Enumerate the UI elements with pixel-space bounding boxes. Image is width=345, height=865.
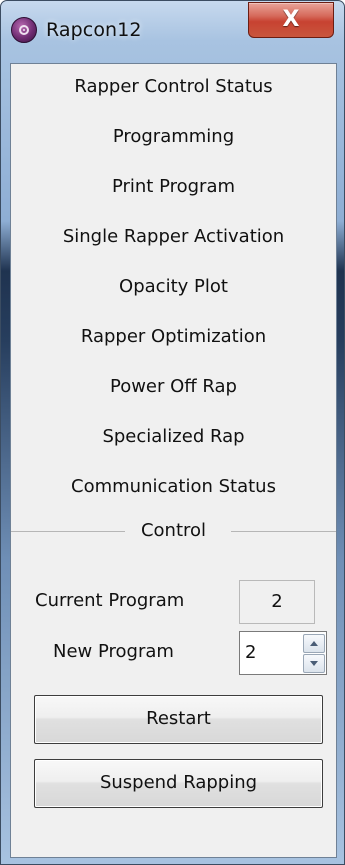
app-window: Rapcon12 X Rapper Control Status Program… (0, 0, 345, 865)
app-disc-icon[interactable] (11, 17, 37, 43)
title-bar[interactable]: Rapcon12 X (1, 1, 344, 63)
control-group-header: Control (11, 514, 336, 548)
suspend-rapping-button[interactable]: Suspend Rapping (34, 759, 323, 808)
menu-item-specialized-rap[interactable]: Specialized Rap (11, 420, 336, 454)
group-divider-right (231, 531, 336, 532)
window-title: Rapcon12 (46, 19, 142, 41)
current-program-value: 2 (239, 580, 315, 624)
new-program-value[interactable]: 2 (245, 632, 256, 674)
menu-item-communication-status[interactable]: Communication Status (11, 470, 336, 504)
menu-item-rapper-control-status[interactable]: Rapper Control Status (11, 70, 336, 104)
new-program-label: New Program (53, 641, 174, 662)
close-button[interactable]: X (248, 2, 334, 38)
app-icon-dot (23, 29, 25, 31)
chevron-down-icon (310, 661, 318, 666)
menu-item-single-rapper-activation[interactable]: Single Rapper Activation (11, 220, 336, 254)
client-area: Rapper Control Status Programming Print … (10, 63, 337, 858)
current-program-label: Current Program (35, 590, 185, 611)
restart-button[interactable]: Restart (34, 695, 323, 744)
menu-item-print-program[interactable]: Print Program (11, 170, 336, 204)
spinner-up-button[interactable] (303, 634, 325, 653)
menu-item-opacity-plot[interactable]: Opacity Plot (11, 270, 336, 304)
close-icon: X (282, 7, 300, 32)
spinner-down-button[interactable] (303, 654, 325, 673)
chevron-up-icon (310, 641, 318, 646)
menu-item-power-off-rap[interactable]: Power Off Rap (11, 370, 336, 404)
menu-item-rapper-optimization[interactable]: Rapper Optimization (11, 320, 336, 354)
new-program-spinner[interactable]: 2 (239, 631, 327, 675)
menu-item-programming[interactable]: Programming (11, 120, 336, 154)
